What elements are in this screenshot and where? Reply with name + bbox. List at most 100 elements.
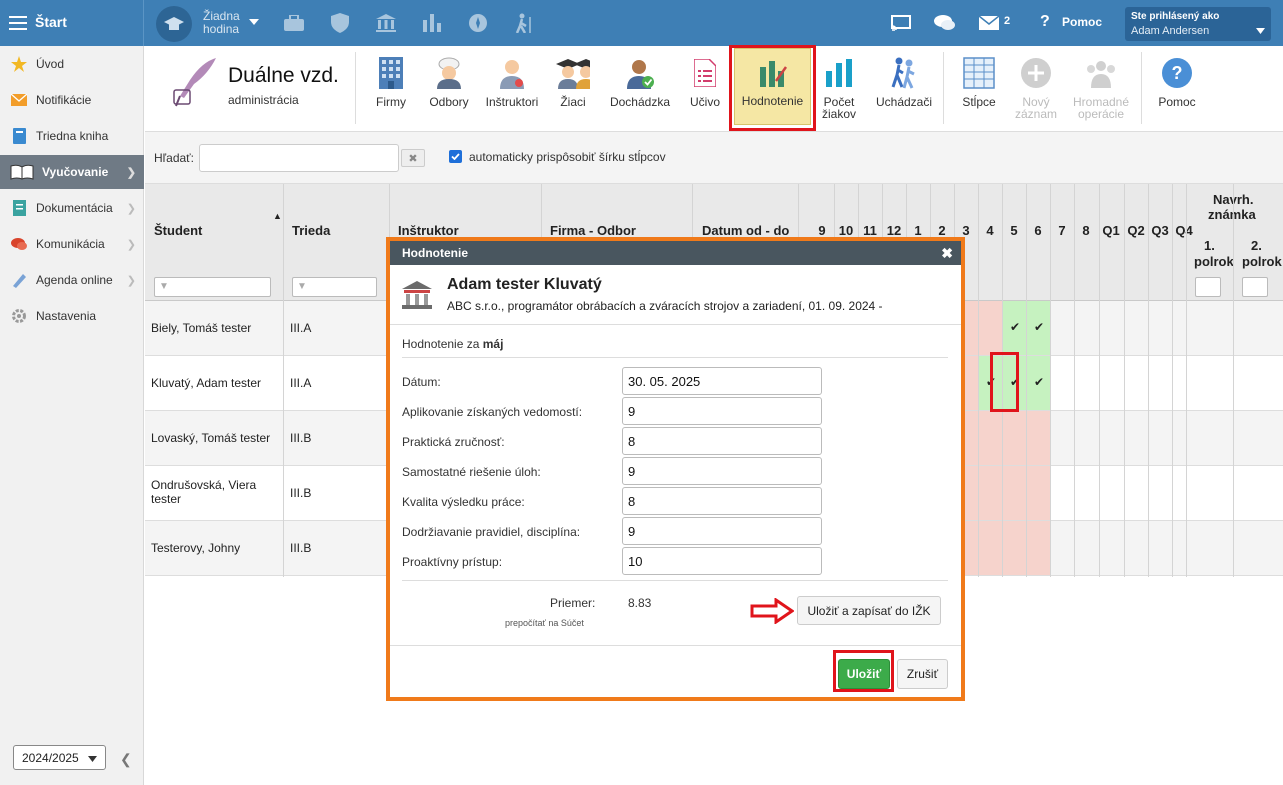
month-cell[interactable] bbox=[979, 466, 1003, 520]
month-cell[interactable] bbox=[979, 301, 1003, 355]
month-cell[interactable] bbox=[1003, 521, 1027, 575]
sidebar-item-agenda-online[interactable]: Agenda online ❯ bbox=[0, 263, 144, 297]
sidebar-item-label: Vyučovanie bbox=[42, 165, 109, 179]
month-cell[interactable]: ✔ bbox=[1027, 356, 1051, 410]
autofit-checkbox[interactable] bbox=[449, 150, 462, 163]
sidebar-item-notifikacie[interactable]: Notifikácie bbox=[0, 83, 144, 117]
month-cell[interactable]: ✔ bbox=[1027, 301, 1051, 355]
chevron-down-icon bbox=[88, 751, 97, 765]
sidebar-item-label: Agenda online bbox=[36, 273, 113, 287]
odbory-button[interactable]: Odbory bbox=[424, 50, 474, 126]
hodnotenie-button[interactable]: Hodnotenie bbox=[734, 48, 811, 125]
chevron-right-icon: ❯ bbox=[126, 238, 136, 251]
sidebar-item-komunikacia[interactable]: Komunikácia ❯ bbox=[0, 227, 144, 261]
ziaci-button[interactable]: Žiaci bbox=[547, 50, 599, 126]
score-input[interactable]: 9 bbox=[622, 517, 822, 545]
user-menu[interactable]: Ste prihlásený ako Adam Andersen bbox=[1125, 7, 1271, 41]
school-year-select[interactable]: 2024/2025 bbox=[13, 745, 106, 770]
mail-icon[interactable] bbox=[978, 15, 1000, 31]
start-label[interactable]: Štart bbox=[35, 14, 67, 30]
hiking-icon[interactable] bbox=[511, 10, 537, 36]
score-input[interactable]: 10 bbox=[622, 547, 822, 575]
sidebar-item-vyucovanie[interactable]: Vyučovanie ❯ bbox=[0, 155, 144, 189]
score-input[interactable]: 8 bbox=[622, 487, 822, 515]
instruktori-button[interactable]: Inštruktori bbox=[482, 50, 542, 126]
sidebar-item-uvod[interactable]: Úvod bbox=[0, 47, 144, 81]
month-cell[interactable] bbox=[1027, 466, 1051, 520]
trieda-filter[interactable]: ▼ bbox=[292, 277, 377, 297]
col-trieda[interactable]: Trieda bbox=[292, 223, 330, 238]
cancel-button[interactable]: Zrušiť bbox=[897, 659, 948, 689]
pocet-ziakov-button[interactable]: Počet žiakov bbox=[819, 50, 859, 126]
month-cell[interactable] bbox=[979, 521, 1003, 575]
chevron-down-icon[interactable] bbox=[247, 15, 261, 29]
month-cell[interactable]: ✔ bbox=[1003, 356, 1027, 410]
stlpce-button[interactable]: Stĺpce bbox=[957, 50, 1001, 126]
ucivo-button[interactable]: Učivo bbox=[685, 50, 725, 126]
score-input[interactable]: 8 bbox=[622, 427, 822, 455]
trieda-cell: III.A bbox=[290, 321, 312, 335]
bank-icon[interactable] bbox=[373, 10, 399, 36]
col-student[interactable]: Študent bbox=[154, 223, 202, 238]
field-label: Dodržiavanie pravidiel, disciplína: bbox=[402, 525, 581, 539]
col-month: 4 bbox=[986, 223, 994, 238]
uchadzaci-button[interactable]: Uchádzači bbox=[871, 50, 937, 126]
score-input[interactable]: 9 bbox=[622, 397, 822, 425]
month-cell[interactable] bbox=[979, 411, 1003, 465]
cast-screen-icon[interactable] bbox=[890, 13, 912, 33]
col-instruktor[interactable]: Inštruktor bbox=[398, 223, 459, 238]
score-input[interactable]: 9 bbox=[622, 457, 822, 485]
dochadzka-button[interactable]: Dochádzka bbox=[605, 50, 675, 126]
recalc-link[interactable]: prepočítať na Súčet bbox=[505, 618, 584, 628]
trieda-cell: III.B bbox=[290, 431, 312, 445]
month-cell[interactable] bbox=[1003, 466, 1027, 520]
hamburger-menu-icon[interactable] bbox=[8, 14, 28, 32]
search-input[interactable] bbox=[199, 144, 399, 172]
col-polrok1-a: 1. bbox=[1204, 238, 1215, 253]
chevron-right-icon: ❯ bbox=[126, 202, 136, 215]
collapse-sidebar-icon[interactable]: ❮ bbox=[120, 751, 132, 768]
grid-line bbox=[1186, 184, 1187, 577]
save-to-ijk-button[interactable]: Uložiť a zapísať do IŽK bbox=[797, 596, 941, 625]
sidebar-item-nastavenia[interactable]: Nastavenia bbox=[0, 299, 144, 333]
firmy-button[interactable]: Firmy bbox=[371, 50, 411, 126]
student-filter[interactable]: ▼ bbox=[154, 277, 271, 297]
col-month: 1 bbox=[914, 223, 922, 238]
col-firma[interactable]: Firma - Odbor bbox=[550, 223, 636, 238]
sidebar-item-label: Úvod bbox=[36, 57, 65, 71]
month-cell[interactable] bbox=[1027, 521, 1051, 575]
pomoc-button[interactable]: ? Pomoc bbox=[1155, 50, 1199, 126]
shield-icon[interactable] bbox=[327, 10, 353, 36]
current-lesson[interactable]: Žiadna hodina bbox=[203, 10, 240, 36]
dialog-header: Adam tester Kluvatý ABC s.r.o., programá… bbox=[390, 265, 961, 325]
columns-grid-icon bbox=[962, 56, 996, 90]
lesson-line2: hodina bbox=[203, 22, 240, 36]
briefcase-icon[interactable] bbox=[281, 10, 307, 36]
clear-search-button[interactable]: ✖ bbox=[401, 149, 425, 167]
graduation-cap-icon[interactable] bbox=[156, 6, 192, 42]
help-link[interactable]: Pomoc bbox=[1062, 15, 1102, 29]
polrok1-filter[interactable] bbox=[1195, 277, 1221, 297]
sidebar-item-dokumentacia[interactable]: Dokumentácia ❯ bbox=[0, 191, 144, 225]
compass-icon[interactable] bbox=[465, 10, 491, 36]
month-cell[interactable]: ✔ bbox=[979, 356, 1003, 410]
date-input[interactable]: 30. 05. 2025 bbox=[622, 367, 822, 395]
col-polrok2-a: 2. bbox=[1251, 238, 1262, 253]
month-cell[interactable]: ✔ bbox=[1003, 301, 1027, 355]
close-icon[interactable]: ✖ bbox=[941, 245, 953, 262]
save-button[interactable]: Uložiť bbox=[838, 659, 890, 689]
month-cell[interactable] bbox=[1003, 411, 1027, 465]
month-cell[interactable] bbox=[1027, 411, 1051, 465]
sidebar-item-triedna-kniha[interactable]: Triedna kniha bbox=[0, 119, 144, 153]
novy-zaznam-button[interactable]: Nový záznam bbox=[1013, 50, 1059, 126]
ziaci-label: Žiaci bbox=[560, 95, 586, 109]
col-datum[interactable]: Datum od - do bbox=[702, 223, 789, 238]
bar-chart-icon[interactable] bbox=[419, 10, 445, 36]
chat-icon[interactable] bbox=[934, 13, 956, 33]
filter-icon: ▼ bbox=[159, 281, 169, 292]
hromadne-operacie-button[interactable]: Hromadné operácie bbox=[1069, 50, 1133, 126]
help-question-icon[interactable]: ? bbox=[1040, 13, 1050, 31]
pocet-label-2: žiakov bbox=[821, 107, 856, 121]
polrok2-filter[interactable] bbox=[1242, 277, 1268, 297]
stlpce-label: Stĺpce bbox=[962, 95, 996, 109]
